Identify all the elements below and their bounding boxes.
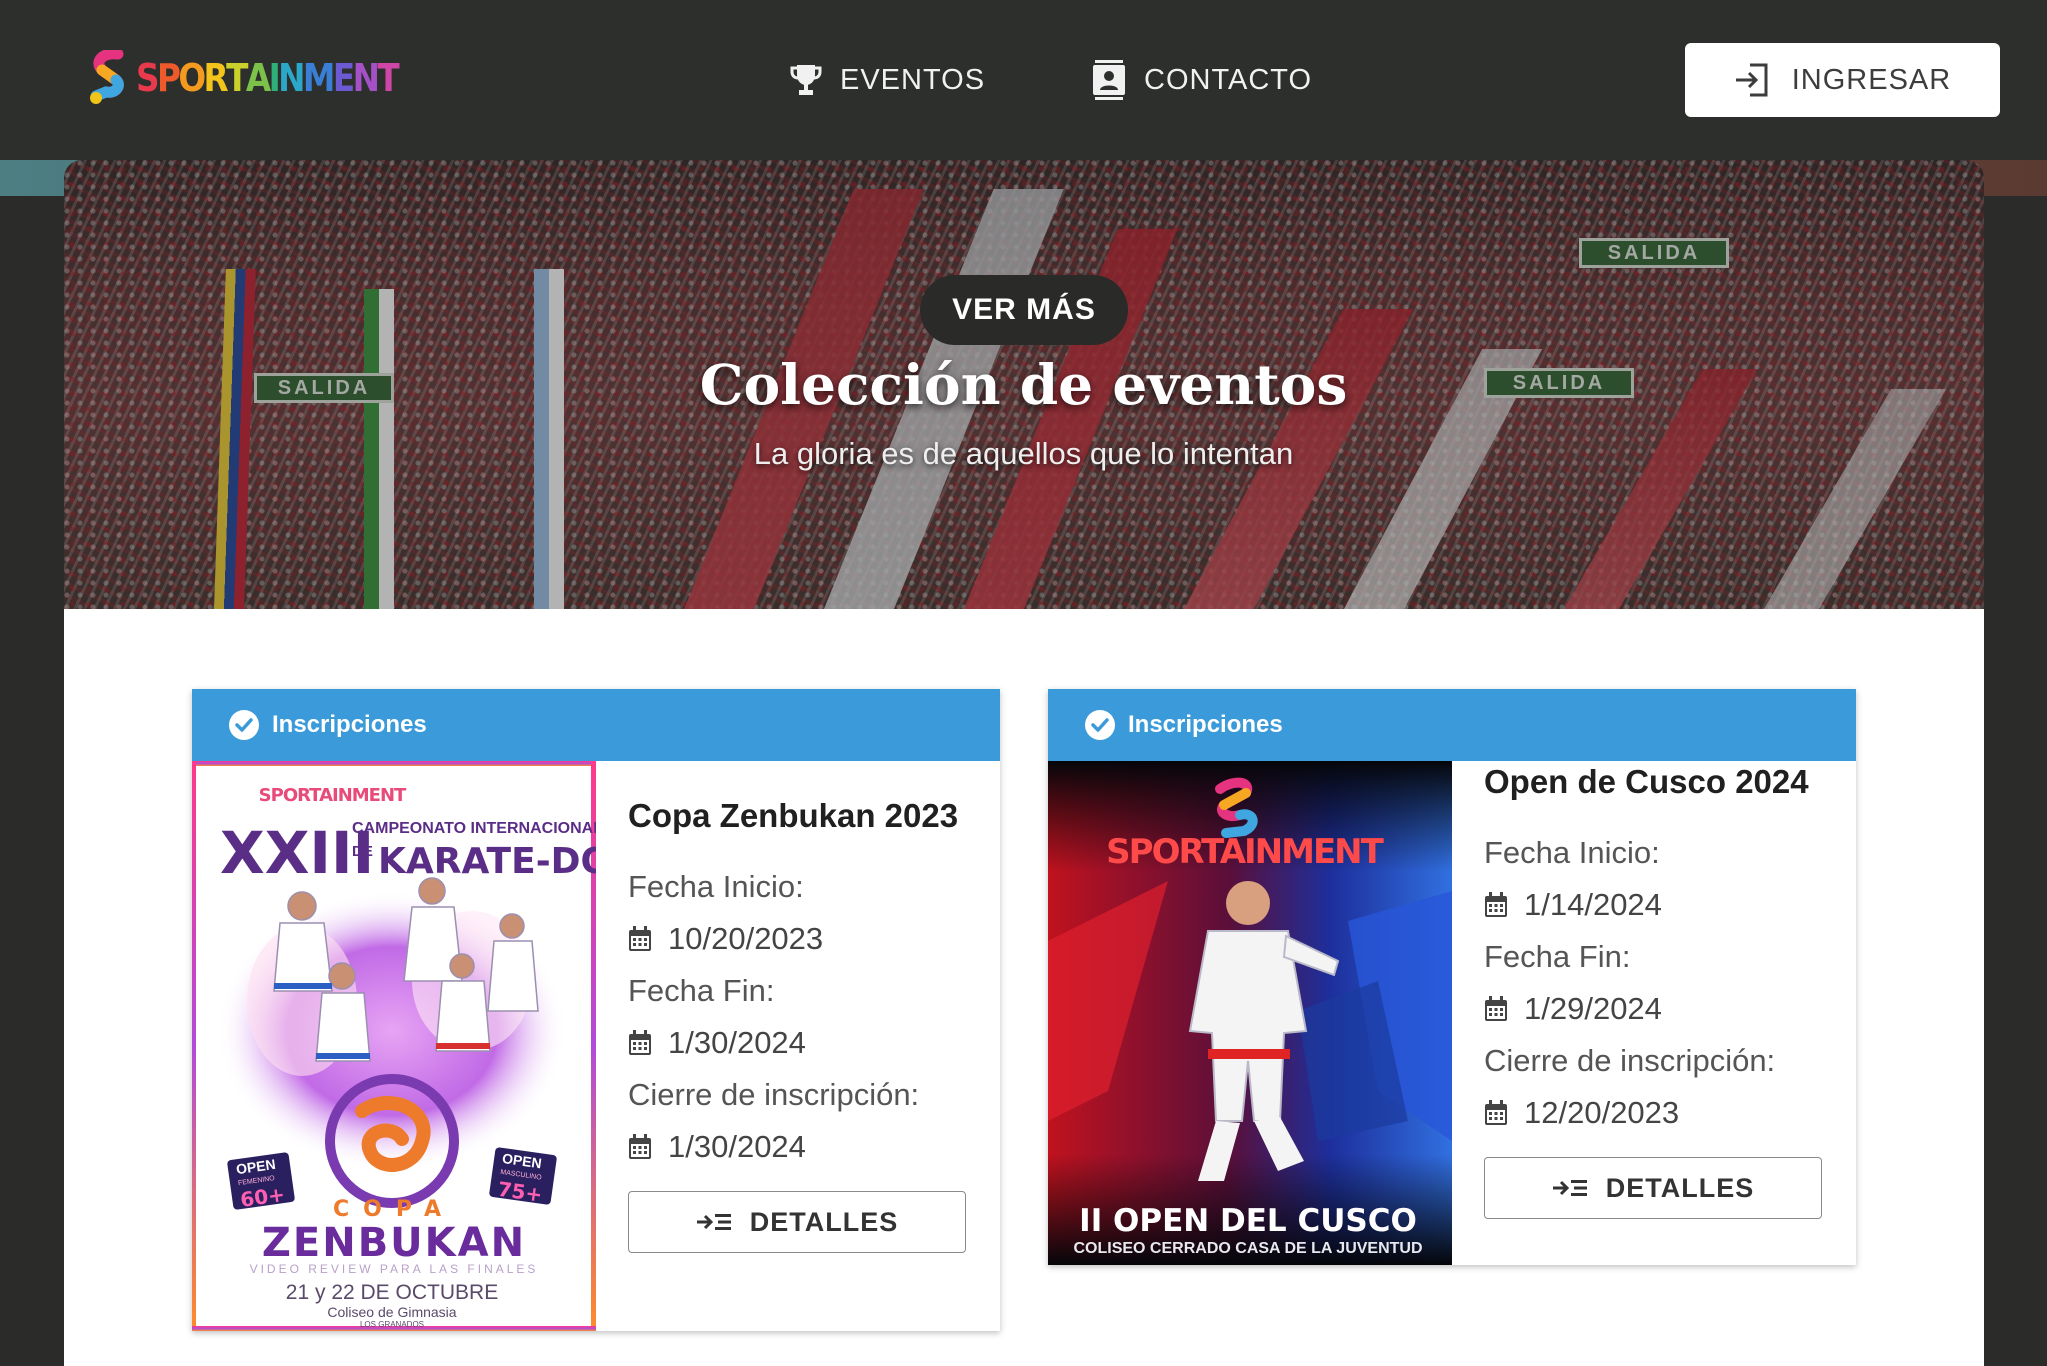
- event-card: Inscripciones SPORTAINMENT II OPEN DEL C…: [1048, 689, 1856, 1265]
- trophy-icon: [790, 65, 822, 95]
- contact-card-icon: [1093, 60, 1125, 100]
- details-list-icon: [696, 1214, 731, 1230]
- calendar-icon: [629, 1134, 651, 1159]
- event-poster[interactable]: SPORTAINMENT II OPEN DEL CUSCO COLISEO C…: [1048, 761, 1452, 1265]
- close-date-label: Cierre de inscripción:: [628, 1077, 920, 1112]
- details-button[interactable]: DETALLES: [1484, 1157, 1822, 1219]
- close-date: 1/30/2024: [628, 1121, 970, 1173]
- poster-review: VIDEO REVIEW PARA LAS FINALES: [250, 1262, 539, 1276]
- status-badge: Inscripciones: [192, 689, 1000, 761]
- poster-dates: 21 y 22 DE OCTUBRE: [286, 1281, 498, 1304]
- poster-de: DE: [352, 843, 373, 860]
- calendar-icon: [629, 926, 651, 951]
- status-label: Inscripciones: [272, 711, 427, 738]
- poster-venue: COLISEO CERRADO CASA DE LA JUVENTUD: [1073, 1240, 1422, 1257]
- start-date-value: 10/20/2023: [668, 921, 824, 956]
- poster-line1: CAMPEONATO INTERNACIONAL: [352, 820, 596, 837]
- poster-title: II OPEN DEL CUSCO: [1079, 1203, 1417, 1239]
- event-info: Copa Zenbukan 2023 Fecha Inicio: 10/20/2…: [628, 797, 970, 1253]
- start-date-value: 1/14/2024: [1524, 887, 1662, 922]
- login-label: INGRESAR: [1791, 63, 1952, 96]
- close-date-label: Cierre de inscripción:: [1484, 1043, 1776, 1078]
- start-date: 10/20/2023: [628, 913, 970, 965]
- end-date-value: 1/29/2024: [1524, 991, 1662, 1026]
- close-date-value: 1/30/2024: [668, 1129, 806, 1164]
- poster-venue-sub: LOS GRANADOS: [360, 1320, 424, 1329]
- logo-mark-icon: [90, 50, 124, 104]
- calendar-icon: [629, 1030, 651, 1055]
- hero-subtitle: La gloria es de aquellos que lo intentan: [753, 436, 1294, 471]
- status-label: Inscripciones: [1128, 711, 1283, 738]
- end-date-label: Fecha Fin:: [628, 973, 775, 1008]
- event-card: Inscripciones SPORTAINMENT XXIII CAMPEON…: [192, 689, 1000, 1331]
- details-label: DETALLES: [1605, 1172, 1755, 1203]
- event-info: Open de Cusco 2024 Fecha Inicio: 1/14/20…: [1484, 763, 1826, 1219]
- poster-line2: KARATE-DO: [378, 841, 596, 882]
- poster-brand: SPORTAINMENT: [259, 785, 407, 806]
- details-label: DETALLES: [749, 1206, 899, 1237]
- events-list: Inscripciones SPORTAINMENT XXIII CAMPEON…: [64, 609, 1984, 1366]
- details-list-icon: [1552, 1180, 1587, 1196]
- start-date: 1/14/2024: [1484, 879, 1826, 931]
- calendar-icon: [1485, 1100, 1507, 1125]
- check-circle-icon: [1085, 710, 1115, 740]
- poster-venue: Coliseo de Gimnasia: [327, 1304, 456, 1320]
- brand-wordmark: SPORTAINMENT: [136, 56, 400, 100]
- ver-mas-button[interactable]: VER MÁS: [920, 275, 1128, 345]
- poster-brand: SPORTAINMENT: [1106, 832, 1384, 872]
- event-poster[interactable]: SPORTAINMENT XXIII CAMPEONATO INTERNACIO…: [192, 761, 596, 1331]
- end-date-value: 1/30/2024: [668, 1025, 806, 1060]
- close-date-value: 12/20/2023: [1524, 1095, 1680, 1130]
- check-circle-icon: [229, 710, 259, 740]
- event-title[interactable]: Open de Cusco 2024: [1484, 763, 1826, 801]
- end-date: 1/29/2024: [1484, 983, 1826, 1035]
- status-badge: Inscripciones: [1048, 689, 1856, 761]
- top-navbar: SPORTAINMENT EVENTOS CONTACTO INGRESAR: [0, 0, 2047, 160]
- brand-logo[interactable]: SPORTAINMENT: [88, 48, 440, 108]
- nav-contacto-label: CONTACTO: [1144, 63, 1313, 96]
- nav-eventos[interactable]: EVENTOS: [790, 50, 985, 110]
- login-button[interactable]: INGRESAR: [1685, 43, 2000, 117]
- start-date-label: Fecha Inicio:: [628, 869, 804, 904]
- end-date-label: Fecha Fin:: [1484, 939, 1631, 974]
- hero-title: Colección de eventos: [699, 352, 1348, 417]
- nav-contacto[interactable]: CONTACTO: [1092, 50, 1312, 110]
- calendar-icon: [1485, 996, 1507, 1021]
- nav-eventos-label: EVENTOS: [840, 63, 986, 96]
- poster-copa: COPA: [333, 1197, 455, 1222]
- poster-image: SPORTAINMENT II OPEN DEL CUSCO COLISEO C…: [1048, 761, 1452, 1265]
- details-button[interactable]: DETALLES: [628, 1191, 966, 1253]
- close-date: 12/20/2023: [1484, 1087, 1826, 1139]
- poster-name: ZENBUKAN: [262, 1220, 526, 1266]
- login-icon: [1735, 63, 1768, 97]
- start-date-label: Fecha Inicio:: [1484, 835, 1660, 870]
- end-date: 1/30/2024: [628, 1017, 970, 1069]
- calendar-icon: [1485, 892, 1507, 917]
- event-title[interactable]: Copa Zenbukan 2023: [628, 797, 970, 835]
- poster-image: SPORTAINMENT XXIII CAMPEONATO INTERNACIO…: [192, 761, 596, 1331]
